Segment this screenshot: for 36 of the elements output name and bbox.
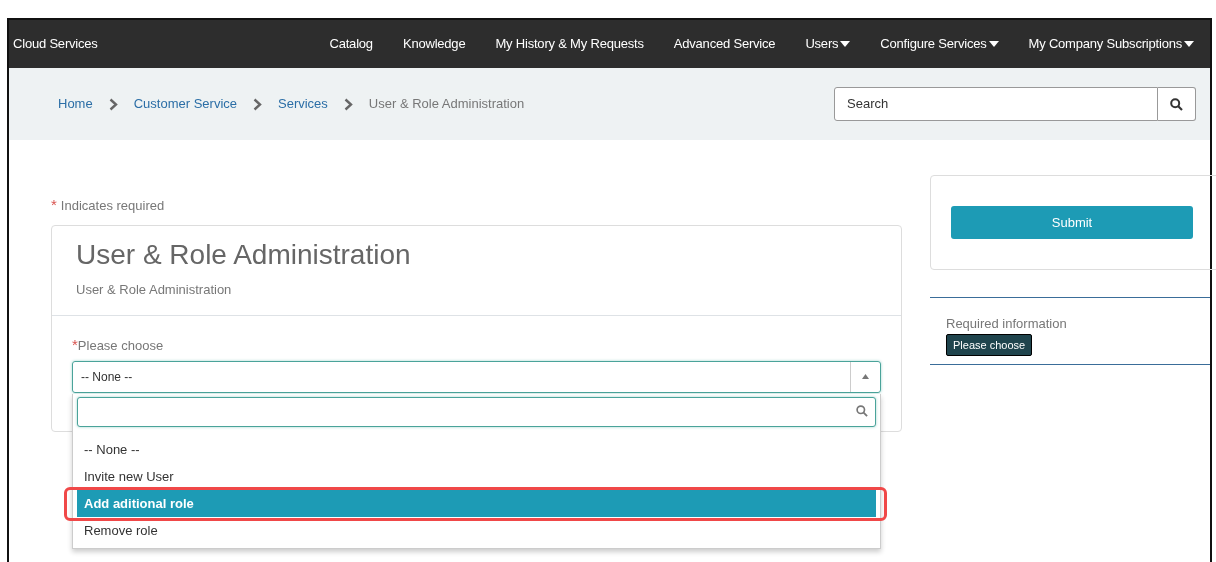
required-info-title: Required information bbox=[946, 315, 1068, 333]
nav-link[interactable]: Catalog bbox=[329, 34, 373, 54]
nav-link[interactable]: My History & My Requests bbox=[495, 34, 644, 54]
breadcrumb-link[interactable]: Home bbox=[58, 94, 93, 114]
field-label: Please choose bbox=[77, 337, 164, 355]
dropdown-option[interactable]: -- None -- bbox=[77, 436, 876, 463]
required-asterisk: * bbox=[51, 195, 57, 215]
breadcrumb-current: User & Role Administration bbox=[368, 95, 525, 114]
nav-link[interactable]: My Company Subscriptions bbox=[1028, 34, 1194, 54]
form-subtitle: User & Role Administration bbox=[76, 280, 233, 299]
breadcrumb-link[interactable]: Services bbox=[278, 94, 328, 114]
caret-icon bbox=[988, 41, 999, 47]
dropdown-option[interactable]: Remove role bbox=[77, 517, 876, 544]
nav-link[interactable]: Advanced Service bbox=[673, 34, 776, 54]
breadcrumb-link[interactable]: Customer Service bbox=[133, 94, 237, 114]
chevron-icon bbox=[108, 97, 118, 111]
required-asterisk: * bbox=[72, 335, 78, 355]
chevron-icon bbox=[253, 97, 262, 111]
dropdown-option[interactable]: Invite new User bbox=[77, 463, 876, 490]
caret-icon bbox=[1184, 41, 1194, 47]
select-field[interactable]: -- None -- bbox=[72, 360, 881, 393]
nav-link[interactable]: Knowledge bbox=[402, 34, 466, 54]
search-icon bbox=[856, 405, 868, 417]
required-note: Indicates required bbox=[60, 197, 165, 215]
nav-link[interactable]: Configure Services bbox=[880, 34, 999, 54]
search-icon[interactable] bbox=[1170, 97, 1183, 111]
caret-icon bbox=[862, 374, 869, 379]
caret-icon bbox=[840, 41, 851, 47]
dropdown-search-field[interactable] bbox=[77, 397, 876, 427]
nav-link[interactable]: Users bbox=[805, 34, 851, 54]
required-tag[interactable]: Please choose bbox=[946, 333, 1033, 356]
chevron-icon bbox=[343, 97, 353, 111]
search-field[interactable]: Search bbox=[834, 87, 1158, 121]
form-title: User & Role Administration bbox=[76, 237, 412, 272]
select-value: -- None -- bbox=[80, 368, 134, 386]
brand-name[interactable]: Cloud Services bbox=[9, 34, 98, 54]
